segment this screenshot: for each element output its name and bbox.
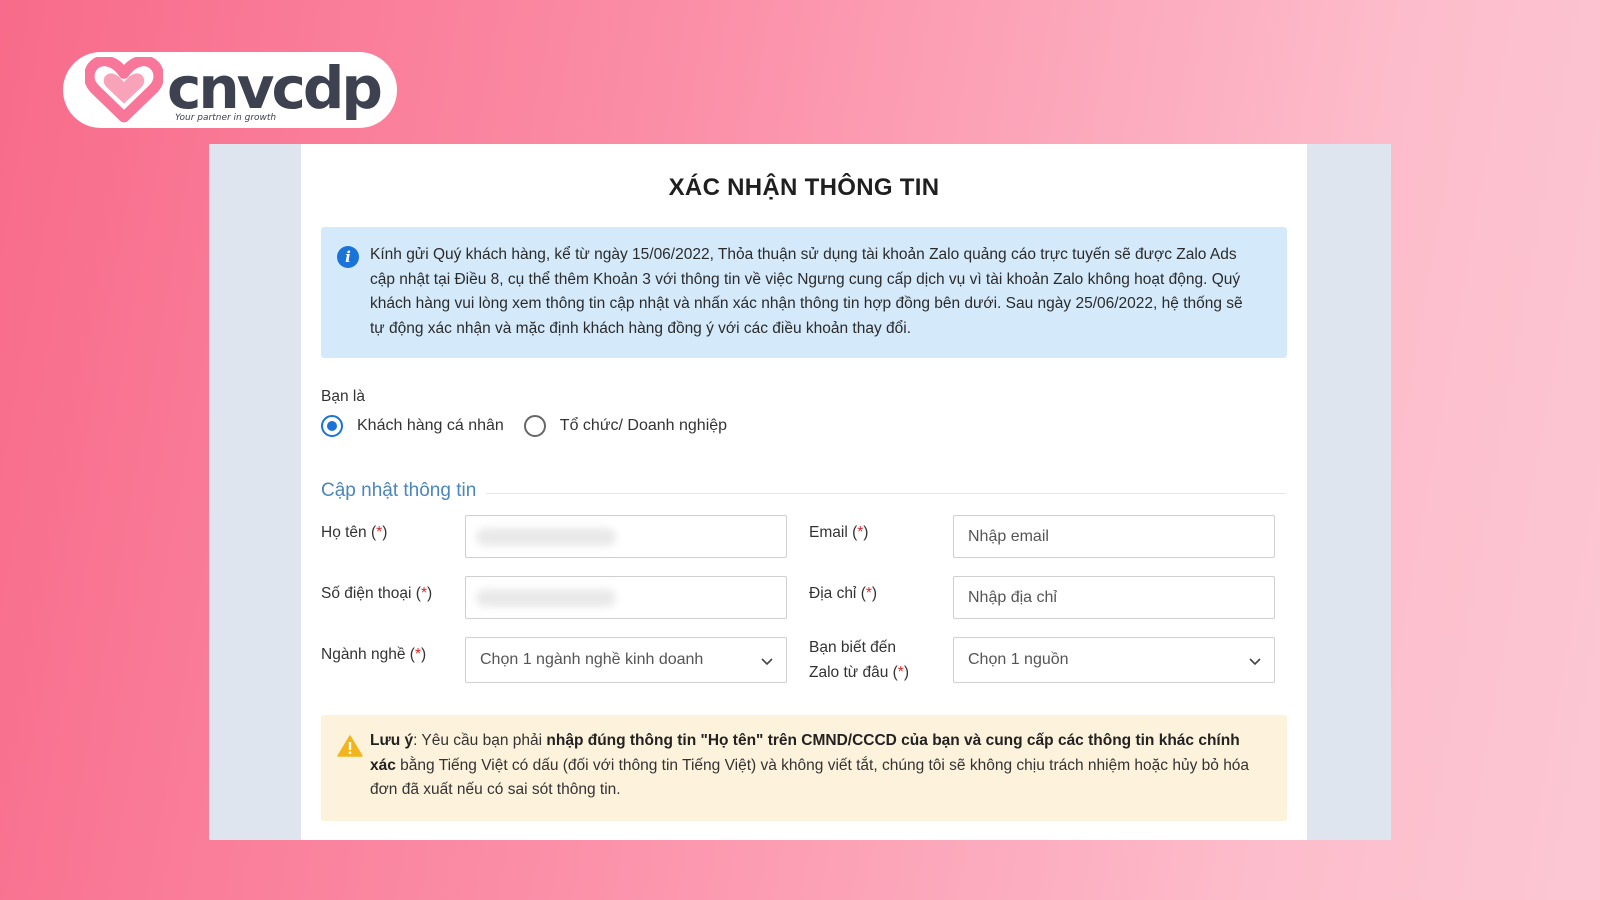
full-name-label: Họ tên (*) xyxy=(321,524,388,541)
industry-label: Ngành nghề (*) xyxy=(321,646,427,663)
form-screenshot: XÁC NHẬN THÔNG TIN i Kính gửi Quý khách … xyxy=(209,144,1391,840)
email-input[interactable]: Nhập email xyxy=(953,515,1275,558)
section-divider xyxy=(486,493,1286,494)
address-label: Địa chỉ (*) xyxy=(809,585,878,602)
source-label: Bạn biết đến Zalo từ đâu (*) xyxy=(809,639,909,681)
warning-text: Lưu ý: Yêu cầu bạn phải nhập đúng thông … xyxy=(370,732,1250,798)
info-notice: i Kính gửi Quý khách hàng, kể từ ngày 15… xyxy=(321,227,1287,358)
industry-select[interactable]: Chọn 1 ngành nghề kinh doanh xyxy=(465,637,787,683)
customer-type-label: Bạn là xyxy=(321,388,365,405)
address-input[interactable]: Nhập địa chỉ xyxy=(953,576,1275,619)
radio-organization[interactable] xyxy=(523,415,546,437)
radio-individual[interactable] xyxy=(321,415,343,437)
address-placeholder: Nhập địa chỉ xyxy=(968,588,1057,606)
info-notice-text: Kính gửi Quý khách hàng, kể từ ngày 15/0… xyxy=(370,246,1243,337)
email-placeholder: Nhập email xyxy=(968,527,1049,545)
source-select[interactable]: Chọn 1 nguồn xyxy=(953,637,1275,683)
source-selected: Chọn 1 nguồn xyxy=(968,651,1069,668)
info-icon: i xyxy=(337,246,359,268)
phone-input[interactable] xyxy=(465,576,787,619)
radio-individual-label[interactable]: Khách hàng cá nhân xyxy=(357,417,504,435)
full-name-input[interactable] xyxy=(465,515,787,558)
warning-notice: Lưu ý: Yêu cầu bạn phải nhập đúng thông … xyxy=(321,715,1287,821)
warning-icon xyxy=(337,735,363,757)
brand-logo: cnvcdp Your partner in growth xyxy=(63,52,397,128)
phone-label: Số điện thoại (*) xyxy=(321,585,433,602)
email-label: Email (*) xyxy=(809,524,869,541)
customer-type-radio-group: Khách hàng cá nhân Tổ chức/ Doanh nghiệp xyxy=(321,415,747,437)
radio-organization-label[interactable]: Tổ chức/ Doanh nghiệp xyxy=(560,417,727,435)
redacted-value xyxy=(476,528,616,546)
chevron-down-icon xyxy=(761,658,773,666)
chevron-down-icon xyxy=(1249,658,1261,666)
industry-selected: Chọn 1 ngành nghề kinh doanh xyxy=(480,651,704,668)
brand-tagline: Your partner in growth xyxy=(175,113,277,123)
brand-name: cnvcdp xyxy=(167,54,383,122)
form-panel: XÁC NHẬN THÔNG TIN i Kính gửi Quý khách … xyxy=(301,144,1307,840)
redacted-value xyxy=(476,589,616,607)
heart-logo-icon xyxy=(85,57,163,123)
section-title: Cập nhật thông tin xyxy=(321,480,477,501)
page-title: XÁC NHẬN THÔNG TIN xyxy=(668,174,940,201)
